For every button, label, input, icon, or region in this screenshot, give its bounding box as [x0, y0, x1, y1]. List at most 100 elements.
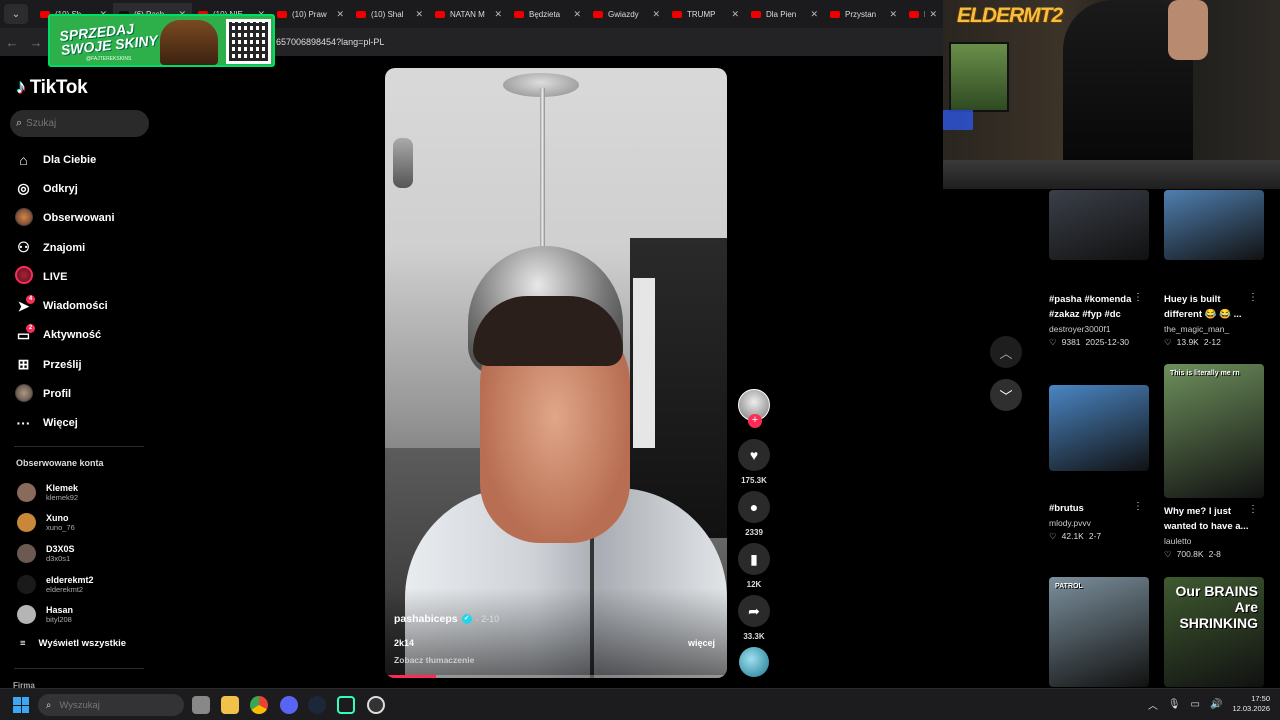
video-author[interactable]: lauletto	[1164, 536, 1264, 546]
video-thumbnail[interactable]: This is literally me rn	[1164, 364, 1264, 498]
sidebar-item-odkryj[interactable]: ◎ Odkryj	[14, 174, 144, 203]
task-view-icon[interactable]	[192, 696, 210, 714]
video-thumbnail[interactable]	[1049, 385, 1149, 471]
share-arrow-icon[interactable]: ➦	[738, 595, 770, 627]
tiktok-logo[interactable]: ♪ TikTok	[16, 76, 88, 99]
related-video-card[interactable]: This is literally me rn Why me? I just wa…	[1164, 364, 1264, 560]
browser-tab[interactable]: NATAN M ✕	[429, 3, 508, 25]
tab-close-icon[interactable]: ✕	[415, 9, 423, 20]
followed-account[interactable]: Klemek klemek92	[17, 477, 94, 508]
more-options-icon[interactable]: ⋮	[1248, 504, 1258, 515]
browser-tab[interactable]: Przystan ✕	[824, 3, 903, 25]
video-author[interactable]: destroyer3000f1	[1049, 324, 1149, 334]
steam-icon[interactable]	[308, 696, 326, 714]
forward-arrow-icon[interactable]: →	[24, 35, 48, 50]
scroll-down-chevron-icon[interactable]: ﹀	[990, 379, 1022, 411]
browser-tab[interactable]: Gwiazdy ✕	[587, 3, 666, 25]
tab-list-chevron-icon[interactable]: ⌄	[4, 4, 28, 24]
tab-close-icon[interactable]: ✕	[731, 9, 739, 20]
sidebar-item-profil[interactable]: Profil	[14, 379, 144, 408]
more-link[interactable]: więcej	[688, 638, 715, 648]
more-options-icon[interactable]: ⋮	[1133, 501, 1143, 512]
tab-close-icon[interactable]: ✕	[810, 9, 818, 20]
tab-close-icon[interactable]: ✕	[889, 9, 897, 20]
chevron-up-icon[interactable]: ︿	[1148, 697, 1158, 712]
video-thumbnail[interactable]	[1164, 190, 1264, 260]
windows-start-icon[interactable]	[13, 697, 29, 713]
browser-tab[interactable]: Będzieta ✕	[508, 3, 587, 25]
browser-tab[interactable]: DELOR✕	[903, 3, 943, 25]
video-title[interactable]: #brutus	[1049, 501, 1141, 516]
show-all-button[interactable]: ≡ Wyświetl wszystkie	[20, 638, 126, 649]
video-player[interactable]: pashabiceps ✓ · 2-10 2k14 Zobacz tłumacz…	[385, 68, 727, 678]
sidebar-item-wi-cej[interactable]: ··· Więcej	[14, 409, 144, 438]
tab-close-icon[interactable]: ✕	[336, 9, 344, 20]
sidebar-item-dla-ciebie[interactable]: ⌂ Dla Ciebie	[14, 145, 144, 174]
follow-plus-icon[interactable]: +	[748, 414, 762, 428]
more-options-icon[interactable]: ⋮	[1133, 292, 1143, 303]
browser-tab[interactable]: (10) Shal ✕	[350, 3, 429, 25]
followed-account[interactable]: D3X0S d3x0s1	[17, 538, 94, 569]
more-options-icon[interactable]: ⋮	[1248, 292, 1258, 303]
sidebar-item-label: Dla Ciebie	[43, 153, 97, 166]
browser-tab[interactable]: Dla Pien ✕	[745, 3, 824, 25]
related-video-card[interactable]: #brutus ⋮ mlody.pvvv ♡ 42.1K 2-7	[1049, 385, 1149, 542]
video-author[interactable]: pashabiceps ✓ · 2-10	[394, 613, 499, 625]
sidebar-item-wiadomo-ci[interactable]: ➤ 4 Wiadomości	[14, 291, 144, 320]
file-explorer-icon[interactable]	[221, 696, 239, 714]
music-disc-icon[interactable]	[739, 647, 769, 677]
discord-icon[interactable]	[280, 696, 298, 714]
video-progress-bar[interactable]	[385, 675, 727, 678]
translate-link[interactable]: Zobacz tłumaczenie	[394, 655, 474, 665]
creator-avatar[interactable]: +	[738, 389, 770, 428]
video-author[interactable]: the_magic_man_	[1164, 324, 1264, 334]
video-caption: 2k14	[394, 638, 415, 648]
comment-icon[interactable]: ●	[738, 491, 770, 523]
back-arrow-icon[interactable]: ←	[0, 35, 24, 50]
app-x-icon[interactable]	[337, 696, 355, 714]
video-date: 2-12	[1203, 337, 1221, 347]
sidebar-item-aktywno-[interactable]: ▭ 2 Aktywność	[14, 321, 144, 350]
video-title[interactable]: #pasha #komenda #zakaz #fyp #dc	[1049, 292, 1141, 322]
tab-close-icon[interactable]: ✕	[573, 9, 581, 20]
clock[interactable]: 17:50 12.03.2026	[1232, 694, 1270, 714]
followed-account[interactable]: Hasan bityl208	[17, 599, 94, 630]
related-video-card[interactable]: Huey is built different 😂 😂 ... ⋮ the_magi…	[1164, 190, 1264, 348]
video-thumbnail[interactable]: Our BRAINS Are SHRINKING	[1164, 577, 1264, 687]
sidebar-item-obserwowani[interactable]: Obserwowani	[14, 204, 144, 233]
browser-tab[interactable]: (10) Praw ✕	[271, 3, 350, 25]
volume-icon[interactable]: 🔊	[1210, 699, 1222, 710]
video-author[interactable]: mlody.pvvv	[1049, 518, 1149, 528]
sidebar-item-prze-lij[interactable]: ⊞ Prześlij	[14, 350, 144, 379]
related-video-card[interactable]: Our BRAINS Are SHRINKING	[1164, 577, 1264, 687]
tab-close-icon[interactable]: ✕	[652, 9, 660, 20]
chrome-icon[interactable]	[250, 696, 268, 714]
scroll-up-chevron-icon[interactable]: ︿	[990, 336, 1022, 368]
sidebar-item-znajomi[interactable]: ⚇ Znajomi	[14, 233, 144, 262]
browser-tab[interactable]: TRUMP ✕	[666, 3, 745, 25]
taskbar-search-input[interactable]	[59, 699, 160, 711]
video-date: 2-7	[1088, 531, 1102, 541]
video-thumbnail[interactable]	[1049, 190, 1149, 260]
video-title[interactable]: Why me? I just wanted to have a...	[1164, 504, 1256, 534]
search-box[interactable]: ⌕	[10, 110, 149, 137]
like-heart-icon[interactable]: ♥	[738, 439, 770, 471]
notification-badge: 4	[26, 294, 35, 304]
video-author-name[interactable]: pashabiceps	[394, 613, 458, 625]
followed-account[interactable]: Xuno xuno_76	[17, 508, 94, 539]
related-video-card[interactable]: PATROL	[1049, 577, 1149, 687]
url-field[interactable]: 657006898454?lang=pl-PL	[276, 37, 384, 47]
followed-account[interactable]: elderekmt2 elderekmt2	[17, 569, 94, 600]
bookmark-icon[interactable]: ▮	[738, 543, 770, 575]
network-icon[interactable]: ▭	[1191, 699, 1200, 710]
sidebar-item-live[interactable]: LIVE	[14, 262, 144, 291]
video-thumbnail[interactable]: PATROL	[1049, 577, 1149, 687]
search-input[interactable]	[26, 118, 137, 129]
tab-close-icon[interactable]: ✕	[494, 9, 502, 20]
microphone-icon[interactable]: 🎙	[1168, 699, 1181, 710]
obs-icon[interactable]	[367, 696, 385, 714]
related-video-card[interactable]: #pasha #komenda #zakaz #fyp #dc ⋮ destroye…	[1049, 190, 1149, 348]
tab-close-icon[interactable]: ✕	[929, 9, 937, 20]
taskbar-search[interactable]: ⌕	[38, 694, 184, 716]
video-title[interactable]: Huey is built different 😂 😂 ...	[1164, 292, 1256, 322]
